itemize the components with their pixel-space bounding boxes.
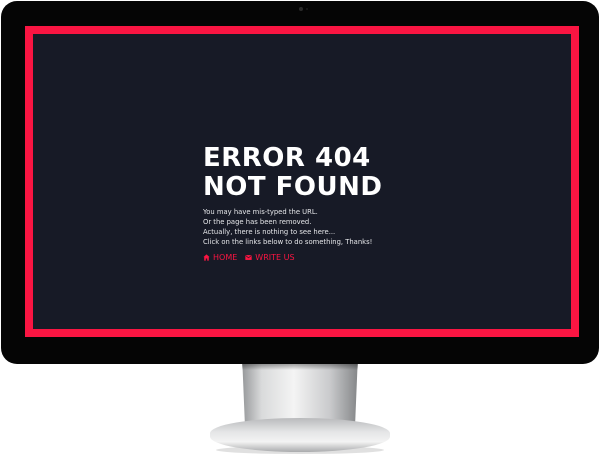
- write-us-link[interactable]: WRITE US: [245, 253, 295, 262]
- monitor-neck: [242, 364, 358, 422]
- monitor-neck-shadow: [242, 364, 358, 370]
- message-line: Click on the links below to do something…: [203, 238, 373, 246]
- error-title: ERROR 404 NOT FOUND: [203, 144, 382, 202]
- monitor: ERROR 404 NOT FOUND You may have mis-typ…: [1, 1, 599, 364]
- message-line: Actually, there is nothing to see here..…: [203, 228, 336, 236]
- mail-icon: [245, 255, 252, 260]
- camera-sensor: [306, 8, 308, 10]
- home-link-label: HOME: [213, 253, 238, 262]
- error-content: ERROR 404 NOT FOUND You may have mis-typ…: [203, 144, 382, 263]
- error-code: ERROR 404: [203, 143, 371, 173]
- home-icon: [203, 254, 210, 261]
- monitor-base: [210, 418, 390, 452]
- error-label: NOT FOUND: [203, 172, 383, 202]
- message-line: Or the page has been removed.: [203, 218, 312, 226]
- camera-icon: [299, 7, 303, 11]
- write-us-link-label: WRITE US: [255, 253, 295, 262]
- home-link[interactable]: HOME: [203, 253, 237, 262]
- message-line: You may have mis-typed the URL.: [203, 208, 318, 216]
- error-links: HOME WRITE US: [203, 253, 382, 262]
- screen: ERROR 404 NOT FOUND You may have mis-typ…: [25, 26, 579, 337]
- error-message: You may have mis-typed the URL. Or the p…: [203, 207, 382, 247]
